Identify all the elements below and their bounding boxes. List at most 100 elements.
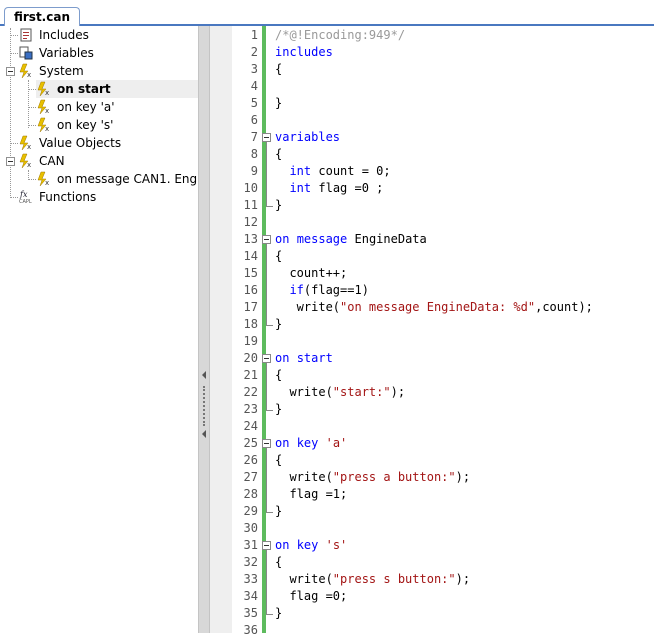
line-number: 21: [243, 368, 258, 382]
code-line[interactable]: 5}: [210, 95, 654, 112]
code-line[interactable]: 22 write("start:");: [210, 384, 654, 401]
code-line[interactable]: 14 {: [210, 248, 654, 265]
code-text: int count = 0;: [289, 164, 391, 178]
code-line[interactable]: 15 count++;: [210, 265, 654, 282]
code-text: }: [275, 402, 283, 416]
code-line[interactable]: 30: [210, 520, 654, 537]
code-text: }: [275, 198, 283, 212]
line-number: 33: [243, 572, 258, 586]
code-line[interactable]: 4: [210, 78, 654, 95]
code-line[interactable]: 3{: [210, 61, 654, 78]
tree-item-system[interactable]: x System: [0, 62, 198, 80]
svg-text:x: x: [45, 125, 49, 133]
tree-item-label: on start: [57, 82, 111, 96]
tree-item-label: System: [39, 64, 84, 78]
line-number: 29: [243, 504, 258, 518]
fold-guide: [266, 244, 267, 325]
svg-text:x: x: [45, 89, 49, 97]
line-number: 23: [243, 402, 258, 416]
fold-toggle-icon[interactable]: [262, 439, 271, 448]
code-line[interactable]: 8{: [210, 146, 654, 163]
code-line[interactable]: 7 variables: [210, 129, 654, 146]
fold-toggle-icon[interactable]: [262, 235, 271, 244]
collapse-icon[interactable]: [6, 67, 15, 76]
svg-text:x: x: [45, 107, 49, 115]
code-line[interactable]: 26 {: [210, 452, 654, 469]
code-line[interactable]: 21 {: [210, 367, 654, 384]
fold-toggle-icon[interactable]: [262, 354, 271, 363]
line-number: 9: [250, 164, 258, 178]
tree-item-can[interactable]: x CAN: [0, 152, 198, 170]
collapse-left-arrow-icon[interactable]: [202, 430, 206, 438]
svg-text:x: x: [27, 143, 31, 151]
tree-item-variables[interactable]: Variables: [0, 44, 198, 62]
code-line[interactable]: 1 /*@!Encoding:949*/: [210, 27, 654, 44]
tree-item-label: Value Objects: [39, 136, 122, 150]
tree-item-on-key-s[interactable]: x on key 's': [36, 116, 198, 134]
code-text: }: [275, 317, 283, 331]
code-line[interactable]: 34 flag =0;: [210, 588, 654, 605]
tree-item-functions[interactable]: fx CAPL Functions: [0, 188, 198, 206]
line-number: 10: [243, 181, 258, 195]
code-line[interactable]: 19: [210, 333, 654, 350]
code-line[interactable]: 2 includes: [210, 44, 654, 61]
code-text: write("press a button:");: [275, 470, 471, 484]
code-line[interactable]: 28 flag =1;: [210, 486, 654, 503]
splitter-grip-icon[interactable]: [203, 386, 207, 426]
code-line[interactable]: 23}: [210, 401, 654, 418]
pane-splitter[interactable]: [198, 26, 210, 633]
tree-item-on-start[interactable]: x on start: [36, 80, 198, 98]
fold-end-marker: [266, 605, 273, 615]
code-line[interactable]: 17 write("on message EngineData: %d",cou…: [210, 299, 654, 316]
tree-item-on-message-can1[interactable]: x on message CAN1. Eng...: [36, 170, 209, 188]
line-number: 34: [243, 589, 258, 603]
line-number: 19: [243, 334, 258, 348]
code-line[interactable]: 20 on start: [210, 350, 654, 367]
code-line[interactable]: 32 {: [210, 554, 654, 571]
code-line[interactable]: 31 on key 's': [210, 537, 654, 554]
code-text: {: [275, 453, 283, 467]
code-line[interactable]: 11}: [210, 197, 654, 214]
code-line[interactable]: 13 on message EngineData: [210, 231, 654, 248]
tree-connector: [28, 80, 29, 128]
tree-connector: [28, 125, 36, 126]
fold-toggle-icon[interactable]: [262, 541, 271, 550]
code-text: flag =1;: [275, 487, 348, 501]
code-line[interactable]: 6: [210, 112, 654, 129]
code-line[interactable]: 33 write("press s button:");: [210, 571, 654, 588]
svg-text:x: x: [27, 161, 31, 169]
line-number: 6: [250, 113, 258, 127]
code-line[interactable]: 29}: [210, 503, 654, 520]
collapse-icon[interactable]: [6, 157, 15, 166]
code-text: on key 's': [275, 538, 348, 552]
svg-text:x: x: [45, 179, 49, 187]
code-line[interactable]: 16 if(flag==1): [210, 282, 654, 299]
line-number: 5: [250, 96, 258, 110]
tree-item-includes[interactable]: Includes: [0, 26, 198, 44]
tree-item-value-objects[interactable]: x Value Objects: [0, 134, 198, 152]
code-line[interactable]: 18}: [210, 316, 654, 333]
code-line[interactable]: 10 int flag =0 ;: [210, 180, 654, 197]
code-line[interactable]: 27 write("press a button:");: [210, 469, 654, 486]
line-number: 17: [243, 300, 258, 314]
fold-toggle-icon[interactable]: [262, 133, 271, 142]
tree-item-label: Includes: [39, 28, 89, 42]
function-tree: Includes Variables x System x on start x…: [0, 26, 209, 633]
collapse-left-arrow-icon[interactable]: [202, 371, 206, 379]
code-line[interactable]: 36: [210, 622, 654, 639]
includes-icon: [20, 28, 32, 42]
line-number: 18: [243, 317, 258, 331]
tab-first-can[interactable]: first.can: [4, 7, 80, 26]
code-line[interactable]: 12: [210, 214, 654, 231]
line-number: 13: [243, 232, 258, 246]
line-number: 7: [250, 130, 258, 144]
code-line[interactable]: 24: [210, 418, 654, 435]
code-line[interactable]: 35}: [210, 605, 654, 622]
code-line[interactable]: 25 on key 'a': [210, 435, 654, 452]
code-line[interactable]: 9 int count = 0;: [210, 163, 654, 180]
line-number: 31: [243, 538, 258, 552]
tree-item-on-key-a[interactable]: x on key 'a': [36, 98, 198, 116]
code-text: }: [275, 606, 283, 620]
code-text: write("press s button:");: [275, 572, 471, 586]
code-editor[interactable]: 1/*@!Encoding:949*/2 includes 3{4 5} 6 7 varia…: [210, 26, 654, 637]
